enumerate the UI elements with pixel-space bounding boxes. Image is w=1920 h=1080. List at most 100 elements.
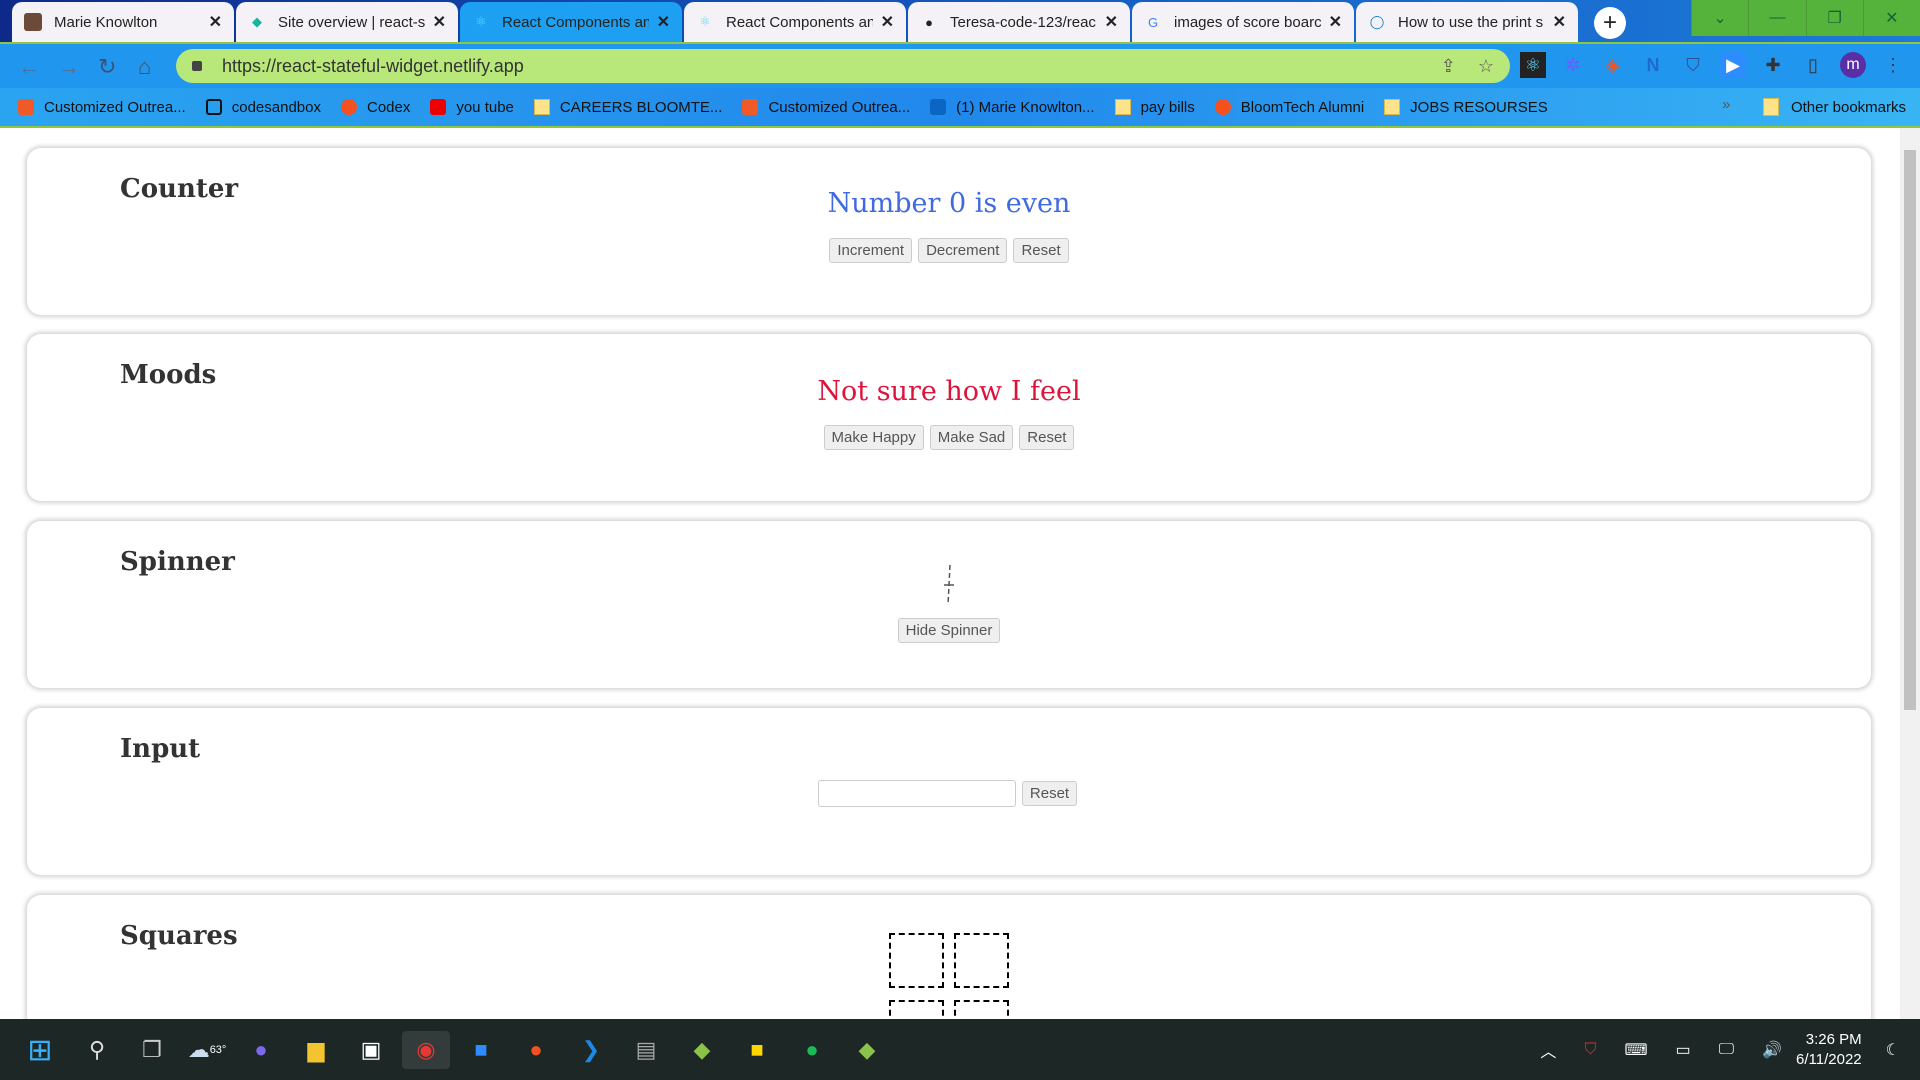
home-button[interactable]: ⌂: [138, 54, 151, 80]
tab-title: React Components an: [726, 13, 873, 31]
search-icon[interactable]: ⚲: [78, 1031, 116, 1069]
sticky-notes-icon[interactable]: ■: [738, 1031, 776, 1069]
share-icon[interactable]: ⇪: [1441, 56, 1456, 77]
clock[interactable]: 3:26 PM 6/11/2022: [1796, 1030, 1862, 1070]
touchpad-icon[interactable]: ▭: [1676, 1040, 1691, 1060]
volume-icon[interactable]: 🔊: [1762, 1040, 1782, 1060]
network-icon[interactable]: 🖵: [1719, 1041, 1734, 1059]
scrollbar-thumb[interactable]: [1904, 150, 1916, 710]
codex-extension-icon[interactable]: ◈: [1600, 52, 1626, 78]
git-bash-icon[interactable]: ◆: [848, 1031, 886, 1069]
scrollbar[interactable]: [1900, 128, 1920, 1019]
close-window-button[interactable]: ✕: [1862, 0, 1920, 36]
increment-button[interactable]: Increment: [829, 238, 913, 263]
zoom-extension-icon[interactable]: ▶: [1720, 52, 1746, 78]
square[interactable]: [889, 1000, 944, 1019]
mcafee-icon[interactable]: ⛉: [1584, 1041, 1596, 1059]
database-icon[interactable]: ▤: [627, 1031, 665, 1069]
weather-icon[interactable]: ☁ 63°: [188, 1031, 227, 1069]
keyboard-icon[interactable]: ⌨: [1624, 1040, 1647, 1060]
moods-reset-button[interactable]: Reset: [1019, 425, 1075, 450]
vscode-icon[interactable]: ❯: [572, 1031, 610, 1069]
square[interactable]: [889, 933, 944, 988]
tab-title: images of score boarc: [1174, 13, 1321, 31]
system-tray: ︿ ⛉ ⌨ ▭ 🖵 🔊 3:26 PM 6/11/2022 ☾: [1540, 1019, 1920, 1080]
bookmark-item[interactable]: BloomTech Alumni: [1214, 99, 1364, 116]
bookmark-item[interactable]: Customized Outrea...: [18, 99, 186, 116]
input-reset-button[interactable]: Reset: [1021, 780, 1078, 806]
close-tab-icon[interactable]: ✕: [433, 12, 446, 32]
side-panel-icon[interactable]: ▯: [1800, 52, 1826, 78]
postman-icon[interactable]: ●: [517, 1031, 555, 1069]
bookmarks-bar: Customized Outrea... codesandbox Codex you …: [0, 88, 1920, 128]
bookmark-item[interactable]: Customized Outrea...: [742, 99, 910, 116]
counter-reset-button[interactable]: Reset: [1013, 238, 1069, 263]
more-bookmarks-button[interactable]: »: [1722, 96, 1730, 113]
spotify-icon[interactable]: ●: [793, 1031, 831, 1069]
text-input[interactable]: [817, 780, 1016, 807]
browser-tab[interactable]: ◯ How to use the print s ✕: [1356, 2, 1578, 42]
menu-icon[interactable]: ⋮: [1880, 52, 1906, 78]
other-bookmarks[interactable]: Other bookmarks: [1762, 98, 1906, 116]
git-gui-icon[interactable]: ◆: [683, 1031, 721, 1069]
make-sad-button[interactable]: Make Sad: [929, 425, 1014, 450]
tab-title: Site overview | react-s: [278, 13, 425, 31]
shield-icon[interactable]: ⛉: [1680, 52, 1706, 78]
react-devtools-icon[interactable]: ⚛: [1520, 52, 1546, 78]
youtube-icon: [430, 99, 447, 115]
forward-button[interactable]: →: [58, 54, 80, 80]
browser-tab[interactable]: ● Teresa-code-123/reac ✕: [908, 2, 1130, 42]
chevron-up-icon[interactable]: ︿: [1540, 1038, 1556, 1062]
chrome-icon[interactable]: ◉: [402, 1031, 450, 1069]
codesandbox-icon: [205, 99, 222, 115]
tab-search-button[interactable]: ⌄: [1691, 0, 1748, 36]
back-button[interactable]: ←: [18, 54, 40, 80]
bookmark-item[interactable]: pay bills: [1114, 99, 1195, 116]
bookmark-item[interactable]: Codex: [340, 99, 410, 116]
browser-tab[interactable]: ⚛ React Components an ✕: [684, 2, 906, 42]
bookmark-star-icon[interactable]: ☆: [1478, 56, 1494, 77]
new-tab-button[interactable]: +: [1594, 7, 1626, 39]
folder-icon: [1114, 99, 1131, 115]
bookmark-item[interactable]: (1) Marie Knowlton...: [930, 99, 1095, 116]
notifications-icon[interactable]: ☾: [1886, 1040, 1900, 1060]
start-icon[interactable]: ⊞: [21, 1031, 59, 1069]
bookmark-item[interactable]: you tube: [430, 99, 514, 116]
bookmark-item[interactable]: JOBS RESOURSES: [1384, 99, 1548, 116]
folder-icon: [1384, 99, 1401, 115]
extension-icon[interactable]: ✲: [1560, 52, 1586, 78]
square[interactable]: [954, 933, 1009, 988]
zoom-icon[interactable]: ■: [462, 1031, 500, 1069]
browser-tab[interactable]: Marie Knowlton ✕: [12, 2, 234, 42]
bookmark-item[interactable]: codesandbox: [205, 99, 321, 116]
task-view-icon[interactable]: ❐: [133, 1031, 171, 1069]
file-explorer-icon[interactable]: ▆: [297, 1031, 335, 1069]
square[interactable]: [954, 1000, 1009, 1019]
hide-spinner-button[interactable]: Hide Spinner: [897, 618, 1001, 643]
microsoft-store-icon[interactable]: ▣: [352, 1031, 390, 1069]
minimize-button[interactable]: —: [1748, 0, 1805, 36]
profile-avatar[interactable]: m: [1840, 52, 1866, 78]
reload-button[interactable]: ↻: [98, 54, 116, 80]
netlify-icon: ◆: [252, 14, 262, 29]
browser-tab[interactable]: ⚛ React Components an ✕: [460, 2, 682, 42]
n-extension-icon[interactable]: N: [1640, 52, 1666, 78]
browser-tab[interactable]: Gimages of score boarc ✕: [1132, 2, 1354, 42]
close-tab-icon[interactable]: ✕: [1329, 12, 1342, 32]
bookmark-item[interactable]: CAREERS BLOOMTE...: [533, 99, 722, 116]
teams-chat-icon[interactable]: ●: [242, 1031, 280, 1069]
restore-button[interactable]: ❐: [1805, 0, 1863, 36]
decrement-button[interactable]: Decrement: [918, 238, 1008, 263]
make-happy-button[interactable]: Make Happy: [823, 425, 924, 450]
close-tab-icon[interactable]: ✕: [1105, 12, 1118, 32]
close-tab-icon[interactable]: ✕: [1553, 12, 1566, 32]
browser-tab[interactable]: ◆ Site overview | react-s ✕: [236, 2, 458, 42]
close-tab-icon[interactable]: ✕: [209, 12, 222, 32]
address-bar[interactable]: https://react-stateful-widget.netlify.ap…: [176, 49, 1510, 83]
close-tab-icon[interactable]: ✕: [657, 12, 670, 32]
close-tab-icon[interactable]: ✕: [881, 12, 894, 32]
counter-message: Number 0 is even: [827, 188, 1071, 219]
spinner-widget: Spinner Hide Spinner: [27, 521, 1871, 688]
tab-title: How to use the print s: [1398, 13, 1544, 31]
puzzle-icon[interactable]: ✚: [1760, 52, 1786, 78]
